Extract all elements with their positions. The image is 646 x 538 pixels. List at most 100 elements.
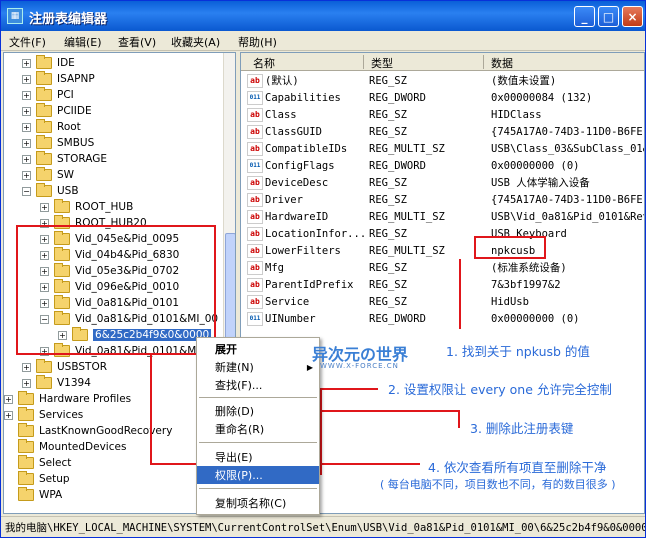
tree-item[interactable]: + SW — [22, 167, 74, 183]
header-name[interactable]: 名称 — [253, 55, 275, 71]
value-row[interactable]: ab LowerFilters REG_MULTI_SZ npkcusb — [241, 242, 644, 259]
string-value-icon: ab — [247, 209, 263, 224]
value-name: Class — [265, 108, 297, 121]
menu-favorites[interactable]: 收藏夹(A) — [171, 34, 220, 50]
header-type[interactable]: 类型 — [371, 55, 393, 71]
ctx-copy-key-name[interactable]: 复制项名称(C) — [197, 494, 319, 512]
value-name: Service — [265, 295, 310, 308]
tree-item-label: Hardware Profiles — [39, 393, 132, 405]
tree-item[interactable]: Setup — [18, 471, 70, 487]
string-value-icon: ab — [247, 243, 263, 258]
tree-item[interactable]: Select — [18, 455, 71, 471]
folder-icon — [36, 151, 52, 165]
step-note-3: 3. 删除此注册表键 — [470, 421, 574, 436]
expander-icon[interactable]: + — [22, 378, 31, 388]
value-type: REG_MULTI_SZ — [369, 244, 445, 257]
tree-item[interactable]: + USBSTOR — [22, 359, 107, 375]
value-row[interactable]: ab CompatibleIDs REG_MULTI_SZ USB\Class_03&… — [241, 140, 644, 157]
value-row[interactable]: ab LocationInfor... REG_SZ USB Keyboard — [241, 225, 644, 242]
tree-item[interactable]: + PCI — [22, 87, 74, 103]
ctx-new[interactable]: 新建(N) ▶ — [197, 358, 319, 376]
expander-icon[interactable]: + — [22, 74, 31, 84]
ctx-expand-label: 展开 — [215, 343, 237, 356]
highlight-npkcusb-value — [474, 236, 546, 259]
string-value-icon: ab — [247, 277, 263, 292]
menu-edit[interactable]: 编辑(E) — [64, 34, 102, 50]
tree-item[interactable]: + ROOT_HUB — [40, 199, 133, 215]
tree-item[interactable]: WPA — [18, 487, 62, 503]
ctx-rename[interactable]: 重命名(R) — [197, 420, 319, 438]
expander-icon[interactable]: + — [22, 58, 31, 68]
tree-item[interactable]: + STORAGE — [22, 151, 107, 167]
folder-icon — [18, 391, 34, 405]
menu-file[interactable]: 文件(F) — [9, 34, 46, 50]
expander-icon[interactable]: + — [22, 170, 31, 180]
expander-icon[interactable]: + — [40, 202, 49, 212]
folder-icon — [18, 487, 34, 501]
ctx-delete[interactable]: 删除(D) — [197, 402, 319, 420]
expander-icon[interactable]: + — [22, 138, 31, 148]
ctx-copy-key-name-label: 复制项名称(C) — [215, 497, 287, 510]
tree-item[interactable]: MountedDevices — [18, 439, 126, 455]
tree-scroll-thumb[interactable] — [225, 233, 235, 353]
expander-icon[interactable]: + — [4, 394, 13, 404]
expander-icon[interactable]: + — [22, 154, 31, 164]
tree-item[interactable]: + Root — [22, 119, 81, 135]
value-name: ConfigFlags — [265, 159, 335, 172]
close-button[interactable]: × — [622, 6, 643, 27]
value-row[interactable]: 011 ConfigFlags REG_DWORD 0x00000000 (0) — [241, 157, 644, 174]
tree-item[interactable]: − USB — [22, 183, 79, 199]
tree-item[interactable]: + ISAPNP — [22, 71, 95, 87]
expander-icon[interactable]: + — [22, 106, 31, 116]
regedit-app-icon: ▦ — [7, 8, 23, 24]
value-data: (标准系统设备) — [491, 262, 567, 274]
ctx-find[interactable]: 查找(F)... — [197, 376, 319, 394]
value-row[interactable]: 011 Capabilities REG_DWORD 0x00000084 (132) — [241, 89, 644, 106]
ctx-expand[interactable]: 展开 — [197, 340, 319, 358]
tree-item[interactable]: + SMBUS — [22, 135, 94, 151]
value-row[interactable]: ab (默认) REG_SZ (数值未设置) — [241, 72, 644, 89]
value-data: 0x00000084 (132) — [491, 91, 593, 104]
value-row[interactable]: ab ParentIdPrefix REG_SZ 7&3bf1997&2 — [241, 276, 644, 293]
expander-icon[interactable]: − — [22, 186, 31, 196]
menu-view[interactable]: 查看(V) — [118, 34, 156, 50]
value-row[interactable]: ab Service REG_SZ HidUsb — [241, 293, 644, 310]
list-header: 名称 类型 数据 — [241, 53, 644, 71]
header-divider[interactable] — [483, 55, 484, 69]
menu-divider — [199, 397, 317, 398]
string-value-icon: ab — [247, 175, 263, 190]
value-row[interactable]: 011 UINumber REG_DWORD 0x00000000 (0) — [241, 310, 644, 327]
value-row[interactable]: ab HardwareID REG_MULTI_SZ USB\Vid_0a81&Pid… — [241, 208, 644, 225]
value-name: LocationInfor... — [265, 227, 367, 240]
value-name: Driver — [265, 193, 303, 206]
highlight-tree-keys — [16, 225, 216, 355]
tree-item[interactable]: + V1394 — [22, 375, 91, 391]
value-row[interactable]: ab Class REG_SZ HIDClass — [241, 106, 644, 123]
value-row[interactable]: ab Driver REG_SZ {745A17A0-74D3-11D0-B6FE-0 — [241, 191, 644, 208]
header-data[interactable]: 数据 — [491, 55, 513, 71]
tree-item-label: IDE — [57, 57, 75, 69]
value-type: REG_DWORD — [369, 91, 426, 104]
expander-icon[interactable]: + — [22, 362, 31, 372]
tree-item-label: MountedDevices — [39, 441, 127, 453]
title-bar[interactable]: ▦ 注册表编辑器 _ □ × — [1, 1, 645, 31]
value-row[interactable]: ab ClassGUID REG_SZ {745A17A0-74D3-11D0-B6F… — [241, 123, 644, 140]
tree-item[interactable]: + Services — [4, 407, 83, 423]
tree-item[interactable]: + PCIIDE — [22, 103, 92, 119]
minimize-button[interactable]: _ — [574, 6, 595, 27]
folder-icon — [36, 167, 52, 181]
menu-help[interactable]: 帮助(H) — [238, 34, 277, 50]
ctx-export[interactable]: 导出(E) — [197, 448, 319, 466]
ctx-permissions[interactable]: 权限(P)... — [197, 466, 319, 484]
value-row[interactable]: ab DeviceDesc REG_SZ USB 人体学输入设备 — [241, 174, 644, 191]
header-divider[interactable] — [363, 55, 364, 69]
maximize-button[interactable]: □ — [598, 6, 619, 27]
tree-item[interactable]: + Hardware Profiles — [4, 391, 131, 407]
tree-item[interactable]: + IDE — [22, 55, 75, 71]
expander-icon[interactable]: + — [22, 90, 31, 100]
folder-icon — [36, 87, 52, 101]
value-row[interactable]: ab Mfg REG_SZ (标准系统设备) — [241, 259, 644, 276]
ctx-rename-label: 重命名(R) — [215, 423, 265, 436]
expander-icon[interactable]: + — [22, 122, 31, 132]
expander-icon[interactable]: + — [4, 410, 13, 420]
